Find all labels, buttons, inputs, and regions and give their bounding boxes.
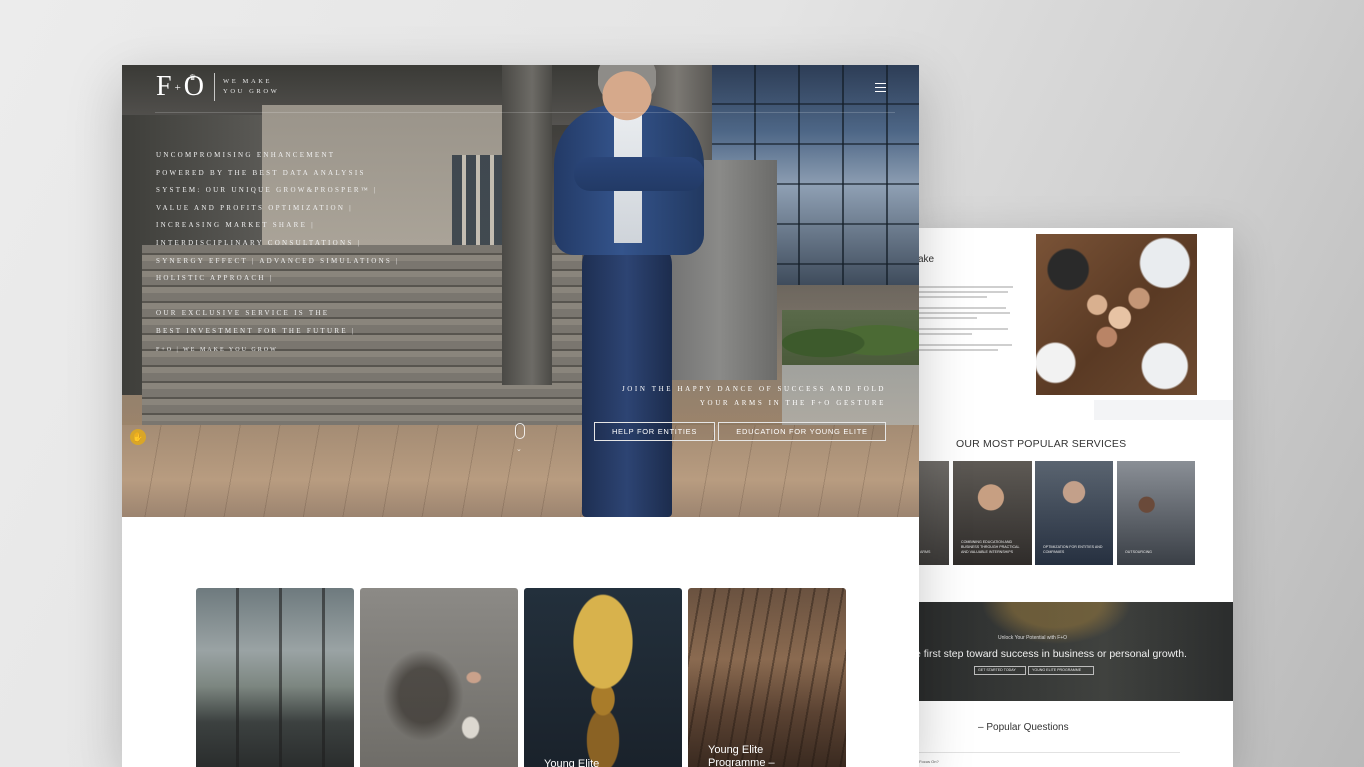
hero-line: POWERED BY THE BEST DATA ANALYSIS (156, 168, 366, 177)
main-page-mockup: ♛ F +O WE MAKE YOU GROW UNCOMPROMISING EN… (122, 65, 919, 767)
logo-mark: F +O (156, 71, 206, 102)
faq-question[interactable]: y Focus On? (916, 759, 939, 764)
hero-photo-person (574, 157, 704, 191)
hero-section: ♛ F +O WE MAKE YOU GROW UNCOMPROMISING EN… (122, 65, 919, 517)
scroll-mouse-icon[interactable] (515, 423, 525, 439)
service-card[interactable]: COMBINING EDUCATION AND BUSINESS THROUGH… (953, 461, 1032, 565)
service-card-label: COMBINING EDUCATION AND BUSINESS THROUGH… (961, 540, 1020, 554)
education-for-young-elite-button[interactable]: EDUCATION FOR YOUNG ELITE (718, 422, 886, 441)
cta-kicker: Unlock Your Potential with F+O (998, 635, 1068, 641)
feature-card-library[interactable]: Young Elite Programme – (688, 588, 846, 767)
card-title: Young Elite (544, 758, 600, 767)
site-logo[interactable]: ♛ F +O WE MAKE YOU GROW (156, 73, 279, 101)
hero-line: UNCOMPROMISING ENHANCEMENT (156, 151, 336, 159)
faq-heading: – Popular Questions (978, 722, 1069, 733)
service-card-label: ARMS (920, 550, 931, 554)
header-divider (155, 112, 895, 113)
hero-line: INCREASING MARKET SHARE | (156, 221, 315, 230)
hero-photo-person (582, 235, 672, 517)
hand-icon[interactable]: ✋ (130, 429, 146, 445)
teamwork-photo (1036, 234, 1197, 395)
crown-icon: ♛ (189, 73, 197, 82)
hero-line: OUR EXCLUSIVE SERVICE IS THE (156, 309, 330, 318)
hero-photo-person (598, 65, 656, 129)
chevron-down-icon[interactable]: ⌄ (516, 445, 522, 453)
feature-card-office[interactable] (196, 588, 354, 767)
hero-photo-bushes (782, 310, 919, 365)
hero-signature: F+O | WE MAKE YOU GROW (156, 346, 278, 353)
about-heading: ake (918, 254, 935, 265)
hamburger-menu-icon[interactable] (875, 83, 886, 92)
hero-line: HOLISTIC APPROACH | (156, 274, 274, 283)
feature-card-trophy[interactable]: Young Elite (524, 588, 682, 767)
service-card-label: OUTSOURCING (1125, 550, 1152, 554)
feature-card-woman[interactable] (360, 588, 518, 767)
decorative-block (1094, 400, 1233, 420)
services-heading: OUR MOST POPULAR SERVICES (956, 438, 1127, 450)
logo-divider (214, 73, 216, 101)
about-paragraph (916, 286, 1018, 354)
hero-line: INTERDISCIPLINARY CONSULTATIONS | (156, 238, 362, 247)
logo-tagline: WE MAKE YOU GROW (223, 78, 280, 95)
service-card-label: OPTIMIZATION FOR ENTITIES AND COMPANIES (1043, 545, 1103, 554)
hero-line: VALUE AND PROFITS OPTIMIZATION | (156, 203, 353, 212)
service-card[interactable]: OPTIMIZATION FOR ENTITIES AND COMPANIES (1035, 461, 1113, 565)
hero-line: SYSTEM: OUR UNIQUE GROW&PROSPER™ | (156, 186, 378, 195)
young-elite-programme-button[interactable]: YOUNG ELITE PROGRAMME (1028, 666, 1094, 675)
help-for-entities-button[interactable]: HELP FOR ENTITIES (594, 422, 715, 441)
hero-description: UNCOMPROMISING ENHANCEMENT POWERED BY TH… (156, 151, 400, 364)
hero-line: BEST INVESTMENT FOR THE FUTURE | (156, 326, 356, 335)
cta-banner: Unlock Your Potential with F+O e first s… (912, 602, 1233, 701)
cta-headline: e first step toward success in business … (915, 648, 1187, 660)
service-card[interactable]: OUTSOURCING (1117, 461, 1195, 565)
hero-cta-text: JOIN THE HAPPY DANCE OF SUCCESS AND FOLD… (621, 385, 886, 407)
secondary-page-mockup: ake OUR MOST POPULAR SERVICES ARMS COMBI… (912, 228, 1233, 767)
hero-photo-pillar (502, 65, 552, 385)
get-started-button[interactable]: GET STARTED TODAY (974, 666, 1026, 675)
card-title: Young Elite Programme – (708, 744, 775, 767)
hero-line: SYNERGY EFFECT | ADVANCED SIMULATIONS | (156, 256, 400, 265)
divider (916, 752, 1180, 753)
